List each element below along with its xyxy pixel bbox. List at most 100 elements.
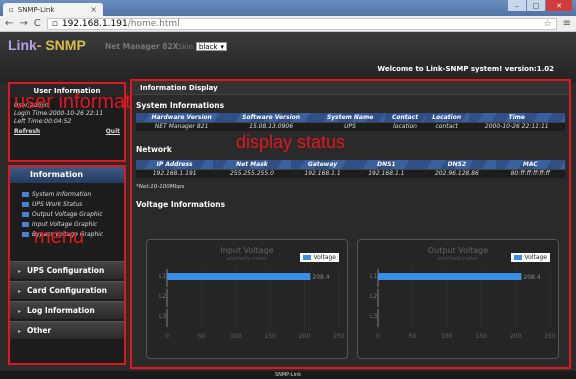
back-icon[interactable]: ← — [5, 18, 13, 29]
voltage-charts: Input Voltage amcharts meter Voltage 0 50… — [146, 239, 559, 359]
annotation-menu: menu — [34, 226, 85, 248]
table-header: System Name — [314, 113, 386, 122]
reload-icon[interactable]: C — [34, 18, 41, 29]
chevron-right-icon: ▸ — [18, 308, 22, 315]
minimize-button[interactable]: – — [508, 0, 526, 11]
output-voltage-chart: Output Voltage amcharts meter Voltage 05… — [357, 239, 559, 359]
information-display: Information Display System Informations … — [130, 79, 571, 369]
category-label: L2 — [370, 293, 377, 300]
table-cell: 192.168.1.191 — [136, 168, 214, 178]
network-heading: Network — [136, 145, 172, 154]
tick-label: 50 — [198, 333, 206, 340]
folder-icon — [22, 221, 29, 227]
table-cell: 255.255.255.0 — [213, 168, 291, 178]
chart-plot: 0 50 100 150 200 250 L1 208.4 L2 L3 — [370, 268, 556, 340]
folder-icon — [22, 231, 29, 237]
address-bar: ← → C ▫ 192.168.1.191/home.html ☆ ≡ — [0, 16, 576, 32]
welcome-message: Welcome to Link-SNMP system! version:1.0… — [377, 65, 554, 73]
section-log-information[interactable]: ▸ Log Information — [10, 301, 124, 319]
category-label: L3 — [370, 313, 377, 320]
voltage-heading: Voltage Informations — [136, 200, 226, 209]
table-cell: UPS — [314, 121, 386, 131]
table-cell: 2000-10-26 22:11:11 — [468, 121, 565, 131]
url-path: /home.html — [127, 18, 180, 29]
url-host: 192.168.1.191 — [61, 18, 128, 29]
close-tab-icon[interactable]: × — [90, 5, 97, 14]
section-ups-configuration[interactable]: ▸ UPS Configuration — [10, 261, 124, 279]
menu-head[interactable]: Information — [10, 167, 124, 183]
data-label: 208.4 — [523, 274, 540, 281]
table-header: Hardware Version — [136, 113, 228, 122]
section-card-configuration[interactable]: ▸ Card Configuration — [10, 281, 124, 299]
left-time: Left Time:00:04:52 — [14, 118, 72, 125]
skin-selector: Skin black ▾ — [178, 42, 227, 51]
tick-label: 150 — [475, 333, 487, 340]
model-name: Net Manager 82X — [105, 42, 179, 51]
bookmark-icon[interactable]: ☆ — [544, 19, 552, 29]
table-header: Gateway — [290, 160, 355, 169]
category-label: L3 — [159, 313, 166, 320]
menu-item-system-information[interactable]: System Information — [10, 189, 124, 199]
browser-tab[interactable]: ▫ SNMP-Link × — [3, 3, 103, 16]
table-header: Location — [424, 113, 469, 122]
data-label: 208.4 — [312, 274, 329, 281]
skin-label: Skin — [178, 42, 193, 51]
system-info-table: Hardware Version Software Version System… — [136, 113, 565, 131]
skin-select[interactable]: black ▾ — [195, 42, 227, 51]
category-label: L1 — [370, 273, 377, 280]
chevron-down-icon: ▾ — [220, 42, 224, 51]
tick-label: 200 — [510, 333, 522, 340]
table-cell: location — [385, 121, 425, 131]
chevron-right-icon: ▸ — [18, 288, 22, 295]
tick-label: 100 — [230, 333, 242, 340]
folder-icon — [22, 201, 29, 207]
table-cell: 192.168.1.1 — [290, 168, 355, 178]
page-icon: ▫ — [9, 5, 14, 14]
close-window-button[interactable]: ✕ — [546, 0, 572, 11]
menu-item-ups-work-status[interactable]: UPS Work Status — [10, 199, 124, 209]
tick-label: 250 — [544, 333, 556, 340]
table-cell: 192.168.1.1 — [354, 168, 419, 178]
system-info-heading: System Informations — [136, 101, 225, 110]
tick-label: 150 — [264, 333, 276, 340]
section-other[interactable]: ▸ Other — [10, 321, 124, 339]
input-voltage-chart: Input Voltage amcharts meter Voltage 0 50… — [146, 239, 348, 359]
quit-link[interactable]: Quit — [106, 128, 120, 135]
network-note: *Net:10-100Mbps — [136, 184, 185, 190]
table-header: IP Address — [136, 160, 214, 169]
bar — [378, 273, 522, 280]
chart-plot: 0 50 100 150 200 250 L1 208.4 L2 L3 — [159, 268, 345, 340]
table-cell: 202.96.128.86 — [418, 168, 496, 178]
tick-label: 200 — [299, 333, 311, 340]
tick-label: 100 — [441, 333, 453, 340]
table-cell: NET Manager 821 — [136, 121, 228, 131]
table-header: Contact — [385, 113, 425, 122]
maximize-button[interactable]: □ — [527, 0, 545, 11]
app-header: Link- SNMP Net Manager 82X Skin black ▾ W… — [0, 32, 576, 83]
tick-label: 0 — [376, 333, 380, 340]
table-header: Net Mask — [213, 160, 291, 169]
bar — [167, 273, 311, 280]
category-label: L2 — [159, 293, 166, 300]
table-header: Time — [468, 113, 565, 122]
page-icon: ▫ — [51, 18, 58, 29]
menu-icon[interactable]: ≡ — [563, 18, 571, 29]
chevron-right-icon: ▸ — [18, 328, 22, 335]
tick-label: 250 — [333, 333, 345, 340]
tab-title: SNMP-Link — [17, 5, 55, 14]
category-label: L1 — [159, 273, 166, 280]
chevron-right-icon: ▸ — [18, 268, 22, 275]
forward-icon[interactable]: → — [19, 18, 27, 29]
refresh-link[interactable]: Refresh — [14, 128, 40, 135]
menu-item-output-voltage[interactable]: Output Voltage Graphic — [10, 209, 124, 219]
menu-panel: Information System Information UPS Work … — [8, 165, 126, 365]
window-controls: – □ ✕ — [508, 0, 572, 11]
tick-label: 0 — [165, 333, 169, 340]
tick-label: 50 — [409, 333, 417, 340]
footer: SNMP-Link — [0, 371, 576, 379]
url-input[interactable]: ▫ 192.168.1.191/home.html ☆ — [46, 17, 557, 30]
table-header: Software Version — [227, 113, 315, 122]
table-cell: 80:ff:ff:ff:ff:ff — [495, 168, 565, 178]
table-header: MAC — [495, 160, 565, 169]
browser-titlebar: ▫ SNMP-Link × – □ ✕ — [0, 0, 576, 16]
